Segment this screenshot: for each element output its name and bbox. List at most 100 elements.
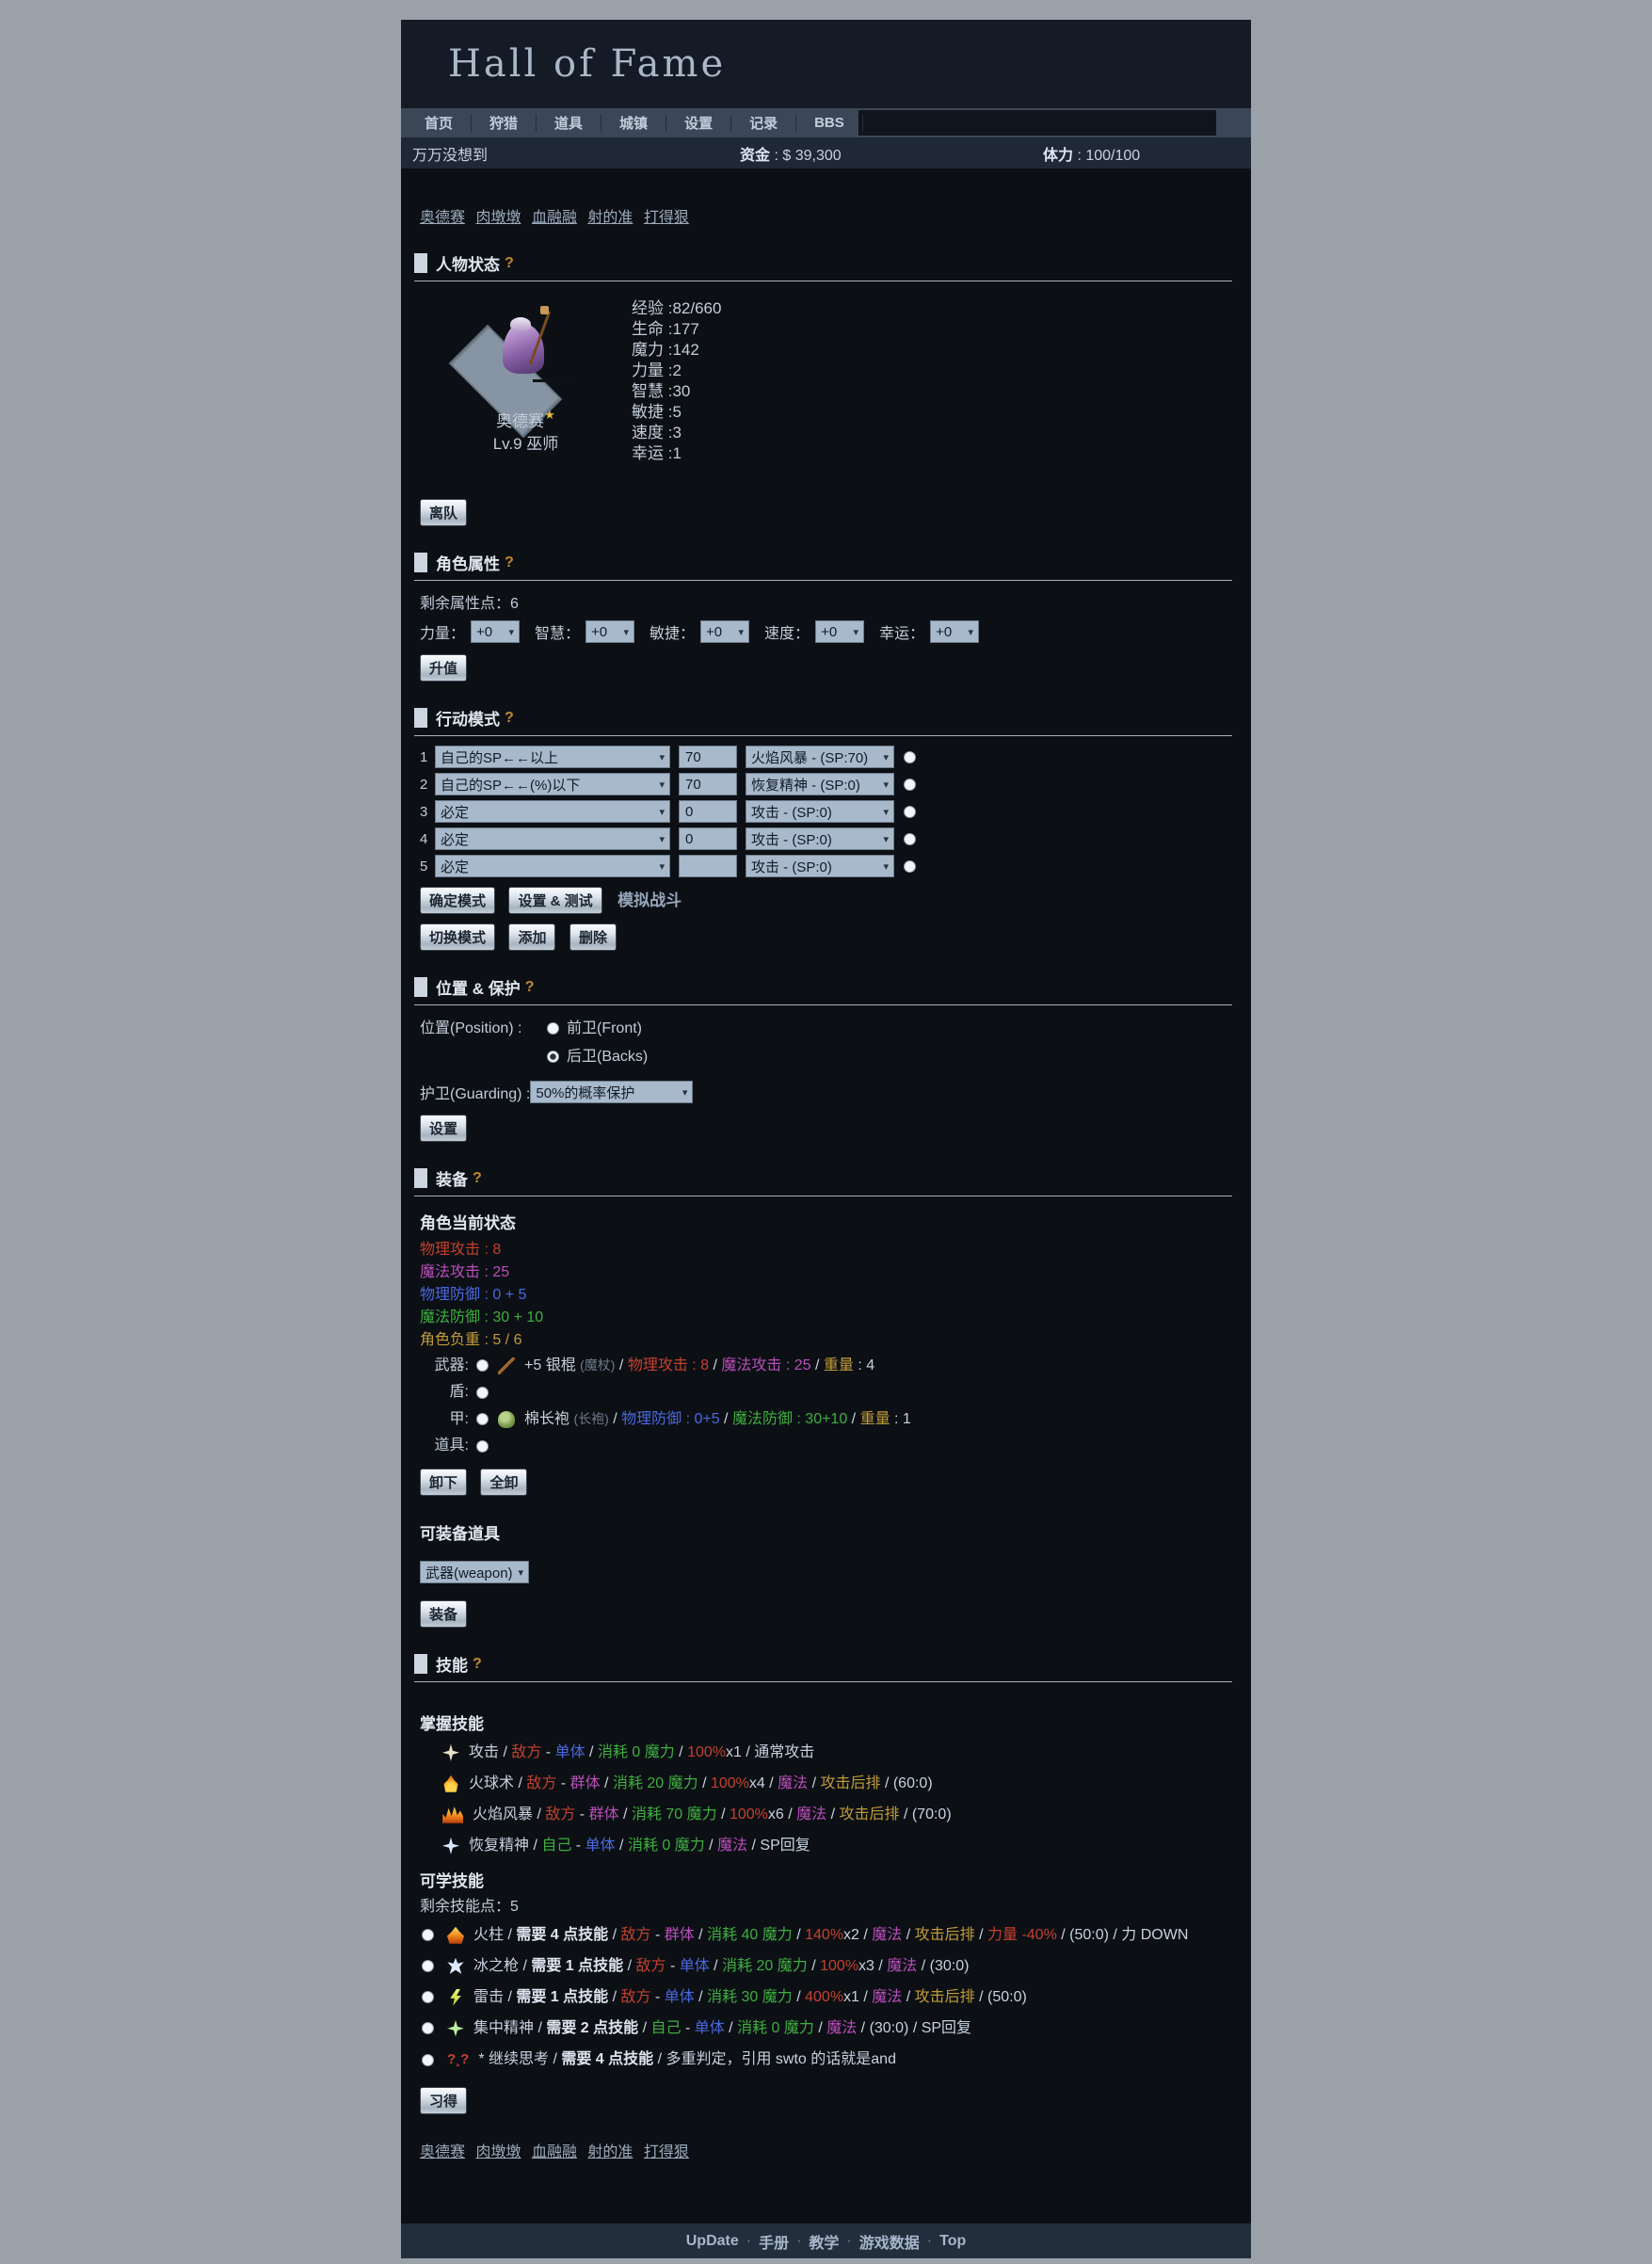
party-member-link[interactable]: 打得狠 — [644, 2144, 689, 2160]
nav-item-home[interactable]: 首页 — [407, 113, 471, 133]
action-mode-row-5: 5 必定▾ 攻击 - (SP:0)▾ — [420, 855, 1232, 877]
leave-party-button[interactable]: 离队 — [420, 499, 467, 526]
party-member-link[interactable]: 血融融 — [532, 210, 577, 226]
back-radio[interactable] — [547, 1051, 559, 1063]
condition-select[interactable]: 自己的SP←←以上▾ — [435, 746, 670, 768]
mode-row-number: 2 — [420, 777, 435, 793]
action-value: 攻击 - (SP:0) — [751, 802, 832, 822]
status-bar: 万万没想到 资金 : $ 39,300 体力 : 100/100 — [401, 137, 1251, 169]
party-links-bottom: 奥德赛 肉墩墩 血融融 射的准 打得狠 — [420, 2139, 1232, 2161]
set-position-button[interactable]: 设置 — [420, 1115, 467, 1142]
condition-threshold-input[interactable] — [679, 773, 737, 795]
learn-skill-radio[interactable] — [422, 1960, 434, 1972]
section-header-status: 人物状态 ? — [414, 248, 1232, 281]
stat-exp: 经验 :82/660 — [632, 298, 721, 319]
condition-select[interactable]: 必定▾ — [435, 800, 670, 823]
delete-mode-button[interactable]: 删除 — [569, 923, 617, 951]
party-member-link[interactable]: 打得狠 — [644, 210, 689, 226]
switch-mode-button[interactable]: 切换模式 — [420, 923, 495, 951]
party-member-link[interactable]: 肉墩墩 — [475, 210, 521, 226]
armor-slot-radio[interactable] — [476, 1413, 489, 1425]
attr-select-agi[interactable]: +0▾ — [700, 620, 749, 643]
mode-radio[interactable] — [904, 833, 916, 845]
learn-skill-radio[interactable] — [422, 1929, 434, 1941]
footer-link-gamedata[interactable]: 游戏数据 — [859, 2230, 920, 2253]
item-category-select[interactable]: 武器(weapon)▾ — [420, 1561, 529, 1583]
attr-select-int[interactable]: +0▾ — [585, 620, 634, 643]
footer-divider: · — [846, 2233, 851, 2250]
footer-divider: · — [796, 2233, 801, 2250]
skill-action-select[interactable]: 攻击 - (SP:0)▾ — [746, 800, 894, 823]
nav-item-bbs[interactable]: BBS — [796, 115, 862, 131]
armor-item-text: 棉长袍 (长袍) / 物理防御 : 0+5 / 魔法防御 : 30+10 / 重… — [524, 1405, 911, 1433]
party-member-link[interactable]: 奥德赛 — [420, 210, 465, 226]
guarding-select[interactable]: 50%的概率保护▾ — [530, 1081, 693, 1103]
upgrade-button[interactable]: 升值 — [420, 654, 467, 682]
condition-threshold-input[interactable] — [679, 855, 737, 877]
simulate-battle-link[interactable]: 模拟战斗 — [617, 891, 682, 909]
mode-radio[interactable] — [904, 751, 916, 763]
help-link[interactable]: ? — [473, 1170, 482, 1187]
nav-item-settings[interactable]: 设置 — [666, 113, 730, 133]
party-member-link[interactable]: 血融融 — [532, 2144, 577, 2160]
nav-item-town[interactable]: 城镇 — [601, 113, 666, 133]
set-and-test-button[interactable]: 设置 & 测试 — [508, 887, 601, 914]
nav-item-items[interactable]: 道具 — [537, 113, 601, 133]
page-bottom-margin — [0, 2258, 1652, 2264]
skill-action-select[interactable]: 火焰风暴 - (SP:70)▾ — [746, 746, 894, 768]
footer-link-update[interactable]: UpDate — [686, 2233, 739, 2250]
condition-threshold-input[interactable] — [679, 746, 737, 768]
accessory-slot-radio[interactable] — [476, 1440, 489, 1453]
condition-value: 自己的SP←←以上 — [441, 747, 558, 767]
skill-action-select[interactable]: 攻击 - (SP:0)▾ — [746, 855, 894, 877]
party-member-link[interactable]: 奥德赛 — [420, 2144, 465, 2160]
condition-select[interactable]: 必定▾ — [435, 827, 670, 850]
help-link[interactable]: ? — [505, 710, 514, 727]
party-member-link[interactable]: 肉墩墩 — [475, 2144, 521, 2160]
skill-action-select[interactable]: 攻击 - (SP:0)▾ — [746, 827, 894, 850]
condition-threshold-input[interactable] — [679, 827, 737, 850]
add-mode-button[interactable]: 添加 — [508, 923, 555, 951]
condition-threshold-input[interactable] — [679, 800, 737, 823]
unequip-all-button[interactable]: 全卸 — [480, 1469, 527, 1496]
condition-select[interactable]: 自己的SP←←(%)以下▾ — [435, 773, 670, 795]
party-member-link[interactable]: 射的准 — [587, 2144, 633, 2160]
learn-skill-radio[interactable] — [422, 1991, 434, 2003]
mode-row-number: 4 — [420, 831, 435, 847]
footer-link-top[interactable]: Top — [939, 2233, 966, 2250]
attr-label-luk: 幸运： — [879, 620, 924, 643]
weapon-slot-radio[interactable] — [476, 1359, 489, 1372]
attr-select-str[interactable]: +0▾ — [471, 620, 520, 643]
nav-item-records[interactable]: 记录 — [731, 113, 795, 133]
learn-skill-radio[interactable] — [422, 2022, 434, 2034]
learn-button[interactable]: 习得 — [420, 2087, 467, 2114]
front-radio[interactable] — [547, 1022, 559, 1035]
learnable-skill-row: ?¸?* 继续思考 / 需要 4 点技能 / 多重判定，引用 swto 的话就是… — [420, 2047, 1232, 2072]
attr-label-spd: 速度： — [764, 620, 810, 643]
help-link[interactable]: ? — [505, 554, 514, 571]
footer-link-tutorial[interactable]: 教学 — [809, 2230, 839, 2253]
mode-radio[interactable] — [904, 860, 916, 873]
attr-select-spd[interactable]: +0▾ — [815, 620, 864, 643]
confirm-mode-button[interactable]: 确定模式 — [420, 887, 495, 914]
attr-select-value: +0 — [936, 624, 952, 640]
help-link[interactable]: ? — [525, 979, 535, 996]
attr-select-luk[interactable]: +0▾ — [930, 620, 979, 643]
help-link[interactable]: ? — [473, 1656, 482, 1673]
position-options: 前卫(Front) 后卫(Backs) — [547, 1015, 648, 1071]
help-link[interactable]: ? — [505, 255, 514, 272]
shield-slot-radio[interactable] — [476, 1387, 489, 1399]
party-member-link[interactable]: 射的准 — [587, 210, 633, 226]
attr-select-value: +0 — [821, 624, 837, 640]
footer-link-manual[interactable]: 手册 — [759, 2230, 789, 2253]
mastered-skills-title: 掌握技能 — [420, 1710, 1232, 1734]
nav-item-hunt[interactable]: 狩猎 — [472, 113, 536, 133]
equip-button[interactable]: 装备 — [420, 1600, 467, 1628]
learn-skill-radio[interactable] — [422, 2054, 434, 2066]
mode-radio[interactable] — [904, 779, 916, 791]
skill-action-select[interactable]: 恢复精神 - (SP:0)▾ — [746, 773, 894, 795]
unequip-button[interactable]: 卸下 — [420, 1469, 467, 1496]
section-header-skills: 技能 ? — [414, 1648, 1232, 1682]
condition-select[interactable]: 必定▾ — [435, 855, 670, 877]
mode-radio[interactable] — [904, 806, 916, 818]
